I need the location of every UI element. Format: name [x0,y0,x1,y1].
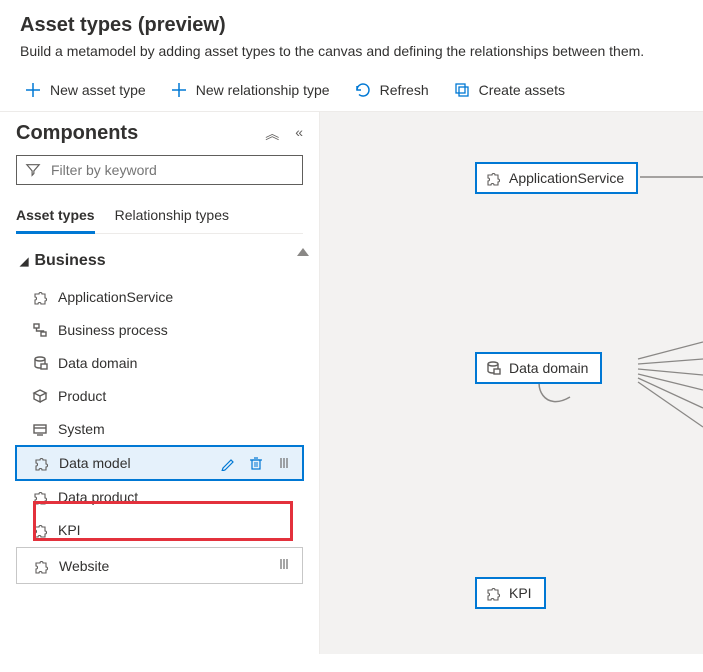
filter-box[interactable] [16,155,303,185]
canvas-node-label: Data domain [509,360,588,376]
tree-category-label: Business [34,252,105,270]
canvas-node-label: ApplicationService [509,170,624,186]
drag-handle-icon[interactable] [276,556,292,575]
canvas-node-label: KPI [509,585,532,601]
plus-icon [24,81,42,99]
domain-icon [32,355,48,371]
puzzle-icon [33,455,49,471]
page-subtitle: Build a metamodel by adding asset types … [20,43,683,59]
tree-item-label: ApplicationService [58,289,173,305]
tree-category-business[interactable]: ◢ Business [16,248,303,280]
page-title: Asset types (preview) [20,14,683,37]
tree-item-business-process[interactable]: Business process [16,314,303,346]
tree-item-label: Business process [58,322,168,338]
create-assets-label: Create assets [479,82,565,98]
tree-item-product[interactable]: Product [16,380,303,412]
filter-input[interactable] [49,161,294,179]
filter-icon [25,162,41,178]
tab-asset-types[interactable]: Asset types [16,201,95,233]
scroll-up-indicator[interactable] [297,248,309,256]
component-tabs: Asset types Relationship types [16,201,303,234]
collapse-left-icon[interactable]: « [295,124,303,144]
asset-type-tree: ◢ Business ApplicationService Business pr… [16,248,303,584]
collapse-up-icon[interactable]: ︽ [265,124,279,144]
tree-item-label: Website [59,558,109,574]
tree-item-label: Data product [58,489,138,505]
canvas-node-applicationservice[interactable]: ApplicationService [475,162,638,194]
drag-handle-icon[interactable] [276,455,292,471]
domain-icon [485,360,501,376]
system-icon [32,421,48,437]
components-title: Components [16,122,138,145]
caret-down-icon: ◢ [20,255,28,268]
flow-icon [32,322,48,338]
refresh-icon [354,81,372,99]
tree-item-data-domain[interactable]: Data domain [16,347,303,379]
refresh-button[interactable]: Refresh [350,75,433,105]
create-assets-button[interactable]: Create assets [449,75,569,105]
puzzle-icon [32,289,48,305]
tree-item-system[interactable]: System [16,413,303,445]
tree-item-label: Data domain [58,355,137,371]
edit-icon[interactable] [220,455,236,471]
canvas-node-data-domain[interactable]: Data domain [475,352,602,384]
puzzle-icon [32,522,48,538]
tree-item-data-product[interactable]: Data product [16,481,303,513]
tab-relationship-types[interactable]: Relationship types [115,201,229,233]
tree-item-applicationservice[interactable]: ApplicationService [16,281,303,313]
tree-item-website[interactable]: Website [16,547,303,584]
refresh-label: Refresh [380,82,429,98]
puzzle-icon [485,585,501,601]
new-asset-type-button[interactable]: New asset type [20,75,150,105]
tree-item-label: System [58,421,105,437]
new-relationship-type-button[interactable]: New relationship type [166,75,334,105]
tree-item-data-model[interactable]: Data model [16,446,303,480]
plus-icon [170,81,188,99]
canvas[interactable]: ApplicationServiceData domainKPI Has [320,112,703,654]
puzzle-icon [485,170,501,186]
copy-icon [453,81,471,99]
puzzle-icon [33,558,49,574]
delete-icon[interactable] [248,455,264,471]
tree-item-label: Product [58,388,106,404]
tree-item-kpi[interactable]: KPI [16,514,303,546]
tree-item-label: Data model [59,455,131,471]
components-panel: Components ︽ « Asset types Relationship … [0,112,320,654]
new-relationship-type-label: New relationship type [196,82,330,98]
canvas-node-kpi[interactable]: KPI [475,577,546,609]
puzzle-icon [32,489,48,505]
command-bar: New asset type New relationship type Ref… [0,69,703,112]
tree-item-label: KPI [58,522,81,538]
cube-icon [32,388,48,404]
new-asset-type-label: New asset type [50,82,146,98]
